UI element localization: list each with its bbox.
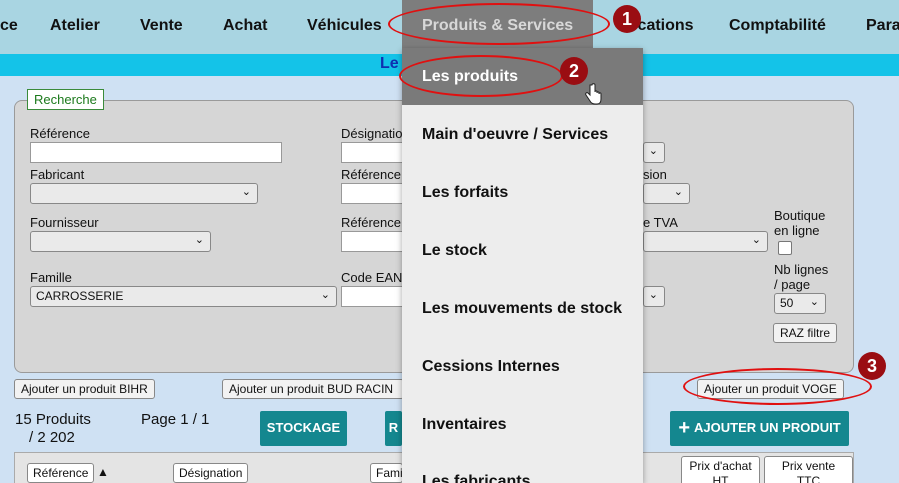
fabricant-select[interactable]: ⌄: [30, 183, 258, 204]
famille-select[interactable]: CARROSSERIE ⌄: [30, 286, 337, 307]
reference-fournisseur-label: Référence: [341, 215, 401, 230]
page-indicator: Page 1 / 1: [141, 411, 210, 428]
sort-asc-icon[interactable]: ▲: [97, 465, 109, 479]
results-count-line2: / 2 202: [29, 429, 75, 446]
r-button-partial[interactable]: R: [385, 411, 402, 446]
ean-input[interactable]: [341, 286, 403, 307]
search-tab-label: Recherche: [27, 89, 104, 110]
add-bud-racing-button[interactable]: Ajouter un produit BUD RACIN: [222, 379, 404, 399]
reference-fournisseur-input[interactable]: [341, 231, 403, 252]
fabricant-label: Fabricant: [30, 167, 85, 182]
raz-filtre-button[interactable]: RAZ filtre: [773, 323, 838, 343]
boutique-label-line1: Boutique: [774, 208, 826, 223]
annotation-badge-3: 3: [858, 352, 886, 380]
boutique-checkbox[interactable]: [778, 241, 792, 255]
th-reference[interactable]: Référence: [27, 463, 95, 483]
annotation-badge-2: 2: [560, 57, 588, 85]
version-select[interactable]: ⌄: [643, 183, 690, 204]
menu-item-forfaits[interactable]: Les forfaits: [422, 184, 508, 202]
select-row4-right[interactable]: ⌄: [643, 286, 665, 307]
reference-input[interactable]: [30, 142, 282, 163]
nav-item-vehicules[interactable]: Véhicules: [307, 17, 382, 35]
famille-select-value: CARROSSERIE: [36, 289, 124, 303]
add-product-label: AJOUTER UN PRODUIT: [694, 420, 841, 435]
chevron-down-icon: ⌄: [673, 186, 683, 198]
chevron-down-icon: ⌄: [320, 289, 330, 301]
nblignes-select[interactable]: 50 ⌄: [774, 293, 826, 314]
nav-item-parametres-partial[interactable]: Para: [866, 17, 899, 35]
th-prix-achat[interactable]: Prix d'achat HT: [681, 456, 760, 483]
tva-select[interactable]: ⌄: [643, 231, 768, 252]
famille-label: Famille: [30, 270, 72, 285]
designation-label: Désignation: [341, 126, 410, 141]
th-famille-partial[interactable]: Fami: [370, 463, 403, 483]
stockage-button[interactable]: STOCKAGE: [260, 411, 347, 446]
add-product-button[interactable]: + AJOUTER UN PRODUIT: [670, 411, 849, 446]
tva-label: e TVA: [643, 215, 678, 230]
hand-cursor-icon: [585, 83, 602, 105]
annotation-ring-3: [683, 368, 872, 405]
reference-fabricant-label: Référence: [341, 167, 401, 182]
add-bihr-button[interactable]: Ajouter un produit BIHR: [14, 379, 155, 399]
designation-input[interactable]: [341, 142, 403, 163]
nblignes-label-line1: Nb lignes: [774, 262, 829, 277]
chevron-down-icon: ⌄: [648, 145, 658, 157]
chevron-down-icon: ⌄: [751, 234, 761, 246]
menu-item-stock[interactable]: Le stock: [422, 242, 487, 260]
annotation-ring-2: [399, 55, 563, 97]
nblignes-label-line2: / page: [774, 277, 811, 292]
menu-item-mouvements-stock[interactable]: Les mouvements de stock: [422, 300, 622, 318]
ean-label: Code EAN: [341, 270, 403, 285]
plus-icon: +: [678, 417, 691, 439]
produits-services-dropdown: Les produits Main d'oeuvre / Services Le…: [402, 48, 643, 483]
nav-item-atelier[interactable]: Atelier: [50, 17, 100, 35]
chevron-down-icon: ⌄: [194, 234, 204, 246]
menu-item-fabricants[interactable]: Les fabricants: [422, 473, 530, 483]
menu-item-inventaires[interactable]: Inventaires: [422, 416, 506, 434]
annotation-badge-1: 1: [613, 5, 641, 33]
select-row1-right[interactable]: ⌄: [643, 142, 665, 163]
chevron-down-icon: ⌄: [809, 296, 819, 308]
fournisseur-label: Fournisseur: [30, 215, 99, 230]
nav-item-service-partial[interactable]: ce: [0, 17, 18, 35]
th-designation[interactable]: Désignation: [173, 463, 249, 483]
nav-item-comptabilite[interactable]: Comptabilité: [729, 17, 826, 35]
annotation-ring-1: [388, 3, 610, 45]
reference-label: Référence: [30, 126, 90, 141]
nblignes-select-value: 50: [780, 296, 794, 310]
fournisseur-select[interactable]: ⌄: [30, 231, 211, 252]
nav-item-vente[interactable]: Vente: [140, 17, 183, 35]
chevron-down-icon: ⌄: [241, 186, 251, 198]
chevron-down-icon: ⌄: [648, 289, 658, 301]
version-label: sion: [643, 167, 667, 182]
reference-fabricant-input[interactable]: [341, 183, 403, 204]
menu-item-cessions-internes[interactable]: Cessions Internes: [422, 358, 560, 376]
page-title: Le: [380, 55, 399, 72]
results-count-line1: 15 Produits: [15, 411, 91, 428]
nav-item-achat[interactable]: Achat: [223, 17, 267, 35]
boutique-label-line2: en ligne: [774, 223, 820, 238]
th-prix-vente[interactable]: Prix vente TTC: [764, 456, 853, 483]
menu-item-main-oeuvre[interactable]: Main d'oeuvre / Services: [422, 126, 608, 144]
